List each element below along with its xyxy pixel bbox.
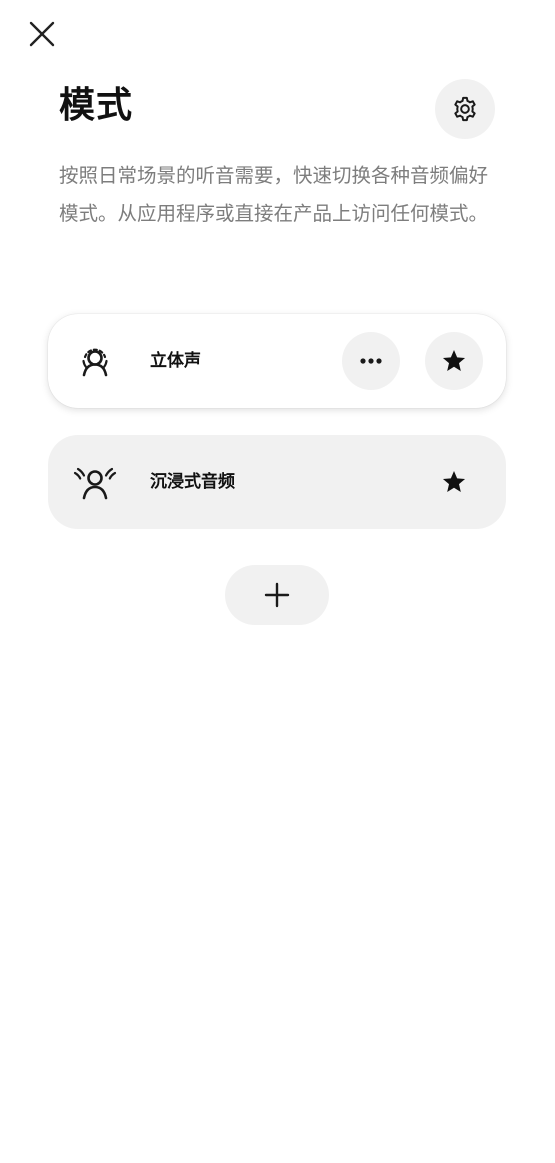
stereo-person-icon — [73, 339, 117, 383]
close-button[interactable] — [22, 14, 62, 54]
plus-icon — [264, 582, 290, 608]
more-horizontal-icon — [360, 358, 382, 364]
star-icon — [442, 470, 466, 492]
close-icon — [29, 21, 55, 47]
settings-button[interactable] — [435, 79, 495, 139]
add-mode-button[interactable] — [225, 565, 329, 625]
mode-label-stereo: 立体声 — [150, 351, 201, 371]
mode-card-stereo[interactable]: 立体声 — [48, 314, 506, 408]
gear-icon — [454, 96, 476, 122]
star-icon — [442, 349, 466, 371]
mode-label-immersive-audio: 沉浸式音频 — [150, 472, 235, 492]
page-title: 模式 — [59, 85, 134, 126]
immersive-audio-person-icon — [73, 460, 117, 504]
favorite-button-stereo[interactable] — [425, 332, 483, 390]
page-description: 按照日常场景的听音需要，快速切换各种音频偏好模式。从应用程序或直接在产品上访问任… — [59, 164, 489, 225]
mode-card-immersive-audio[interactable]: 沉浸式音频 — [48, 435, 506, 529]
favorite-button-immersive-audio[interactable] — [425, 453, 483, 511]
more-options-button[interactable] — [342, 332, 400, 390]
